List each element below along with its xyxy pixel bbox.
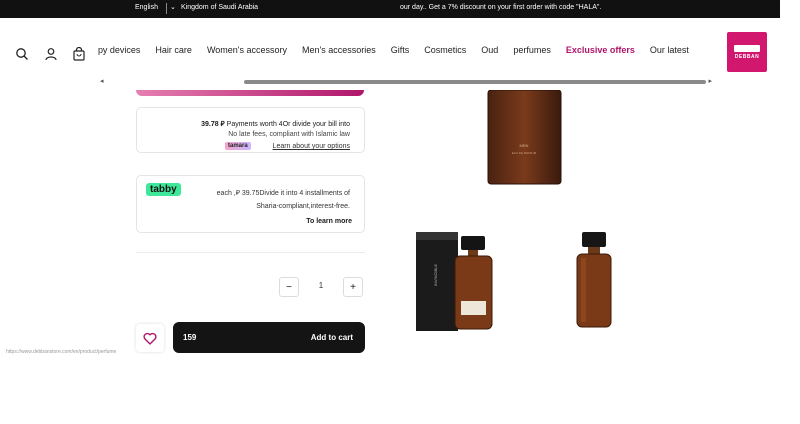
tamara-learn-link[interactable]: Learn about your options bbox=[273, 143, 350, 150]
site-header: ру devices Hair care Women's accessory Men'… bbox=[0, 18, 780, 96]
nav-item[interactable]: Our latest bbox=[650, 45, 689, 59]
logo-wordmark: DEBBAN bbox=[734, 53, 760, 60]
quantity-value[interactable]: 1 bbox=[314, 281, 328, 290]
nav-item[interactable]: ру devices bbox=[98, 45, 140, 59]
main-nav: ру devices Hair care Women's accessory Men'… bbox=[98, 45, 704, 59]
product-page: 39.78 ⃁ Payments worth 4Or divide your b… bbox=[0, 89, 780, 362]
nav-scrollbar[interactable]: ◂ ▸ bbox=[100, 77, 712, 85]
quantity-decrease-button[interactable]: − bbox=[279, 277, 299, 297]
nav-item[interactable]: Oud bbox=[481, 45, 498, 59]
box-text: MEN bbox=[520, 143, 529, 148]
tamara-amount: 39.78 ⃁ bbox=[201, 121, 225, 128]
pink-accent-strip bbox=[136, 90, 364, 96]
user-icon[interactable] bbox=[43, 46, 59, 62]
quantity-increase-button[interactable]: + bbox=[343, 277, 363, 297]
product-image-bottle[interactable] bbox=[528, 215, 658, 345]
scrollbar-thumb[interactable] bbox=[244, 80, 706, 84]
tabby-payment-card: tabby each ,⃁ 39.75Divide it into 4 inst… bbox=[136, 175, 365, 233]
cart-bag-icon[interactable] bbox=[71, 46, 87, 62]
tabby-line-1: each ,⃁ 39.75Divide it into 4 installmen… bbox=[216, 190, 350, 197]
logo-mark bbox=[734, 44, 760, 52]
language-switch[interactable]: English bbox=[135, 4, 158, 11]
nav-item[interactable]: Women's accessory bbox=[207, 45, 287, 59]
box-side-label: INVINCIBLE bbox=[433, 264, 438, 287]
search-icon[interactable] bbox=[14, 46, 30, 62]
tamara-logo: tamara bbox=[225, 142, 251, 150]
brand-logo[interactable]: DEBBAN bbox=[727, 32, 767, 72]
promo-text: our day.. Get a 7% discount on your firs… bbox=[400, 4, 602, 11]
tamara-line-1: 39.78 ⃁ Payments worth 4Or divide your b… bbox=[201, 119, 350, 128]
nav-item[interactable]: Hair care bbox=[155, 45, 192, 59]
cart-price: 159 bbox=[183, 333, 197, 342]
nav-item[interactable]: perfumes bbox=[513, 45, 551, 59]
nav-item[interactable]: Exclusive offers bbox=[566, 45, 635, 59]
box-subtext: EAU DE PARFUM bbox=[512, 151, 537, 155]
product-image-box-bottle[interactable]: INVINCIBLE bbox=[391, 215, 521, 345]
nav-item[interactable]: Gifts bbox=[391, 45, 410, 59]
tamara-line-1-text: Payments worth 4Or divide your bill into bbox=[224, 121, 350, 128]
tabby-logo: tabby bbox=[146, 183, 181, 196]
section-divider bbox=[136, 252, 365, 253]
tamara-payment-card: 39.78 ⃁ Payments worth 4Or divide your b… bbox=[136, 107, 365, 153]
add-to-cart-button[interactable]: 159 Add to cart bbox=[173, 322, 365, 353]
announcement-bar: English ⌄ Kingdom of Saudi Arabia our da… bbox=[0, 0, 780, 18]
scroll-left-arrow-icon[interactable]: ◂ bbox=[100, 77, 104, 85]
product-image-box[interactable]: MEN EAU DE PARFUM bbox=[391, 89, 658, 208]
scroll-right-arrow-icon[interactable]: ▸ bbox=[708, 77, 712, 85]
tamara-line-2: No late fees, compliant with Islamic law bbox=[228, 131, 350, 138]
country-switch[interactable]: Kingdom of Saudi Arabia bbox=[181, 4, 258, 11]
status-bar-url: https://www.debbanstore.com/en/product/p… bbox=[6, 349, 117, 355]
chevron-down-icon[interactable]: ⌄ bbox=[170, 3, 176, 11]
tabby-learn-link[interactable]: To learn more bbox=[306, 218, 352, 225]
nav-item[interactable]: Cosmetics bbox=[424, 45, 466, 59]
tabby-line-2: Sharia-compliant,interest-free. bbox=[256, 203, 350, 210]
divider bbox=[166, 3, 167, 14]
add-to-cart-label: Add to cart bbox=[310, 333, 353, 342]
wishlist-heart-icon[interactable] bbox=[136, 324, 164, 352]
nav-item[interactable]: Men's accessories bbox=[302, 45, 376, 59]
